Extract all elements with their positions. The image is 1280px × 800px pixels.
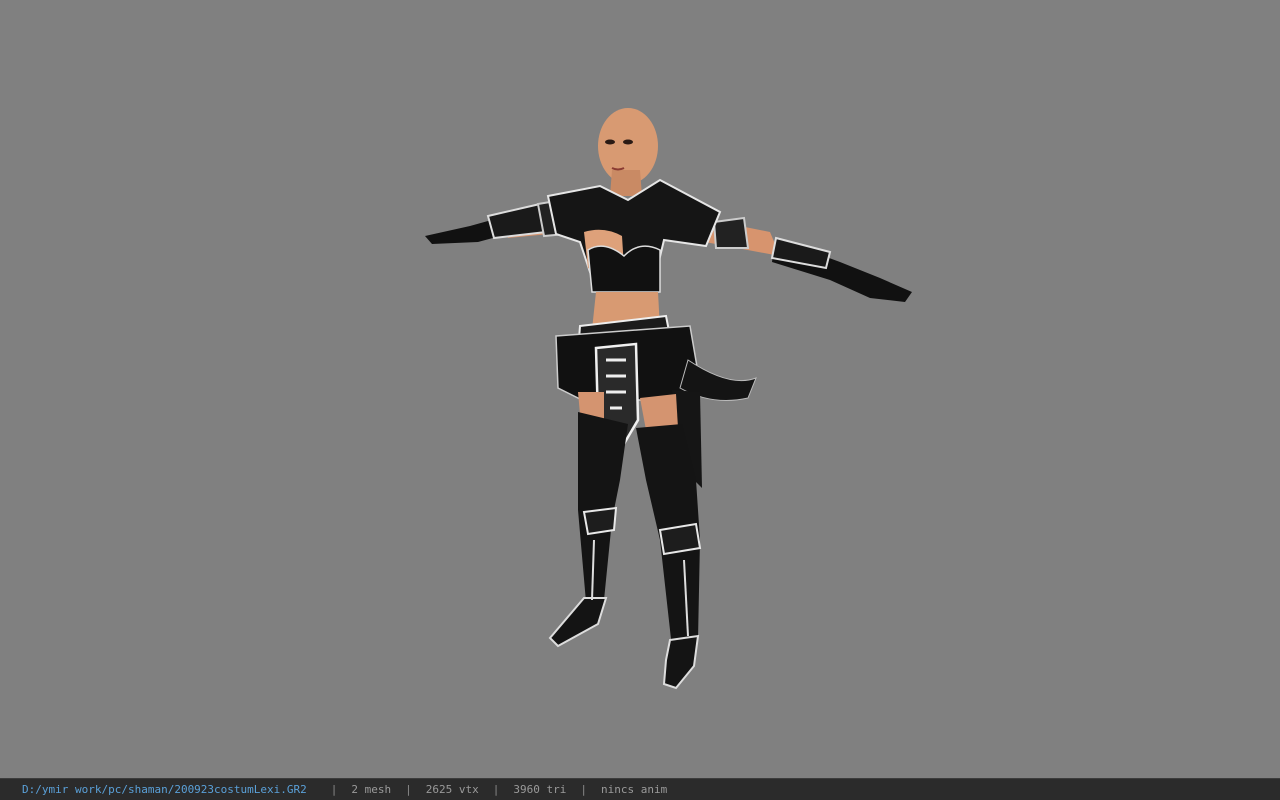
mesh-count: 2 mesh [351,783,392,796]
animation-status: nincs anim [601,783,668,796]
left-boot-trim [582,506,618,536]
right-thigh [640,394,678,430]
separator: | [492,783,500,796]
right-boot-trim [658,522,702,556]
character-model[interactable] [0,0,1280,778]
neck [610,170,642,196]
right-foot [662,634,700,690]
status-bar: D:/ymir work/pc/shaman/200923costumLexi.… [0,778,1280,800]
left-bracer [486,202,548,240]
separator: | [330,783,338,796]
file-path: D:/ymir work/pc/shaman/200923costumLexi.… [22,783,307,796]
separator: | [405,783,412,796]
right-eye [623,139,633,145]
separator: | [580,783,587,796]
vertex-count: 2625 vtx [425,783,479,796]
right-armband [712,216,750,249]
triangle-count: 3960 tri [513,783,567,796]
left-foot [548,597,608,648]
left-leg [578,412,628,602]
3d-viewport[interactable] [0,0,1280,778]
left-eye [605,139,615,145]
